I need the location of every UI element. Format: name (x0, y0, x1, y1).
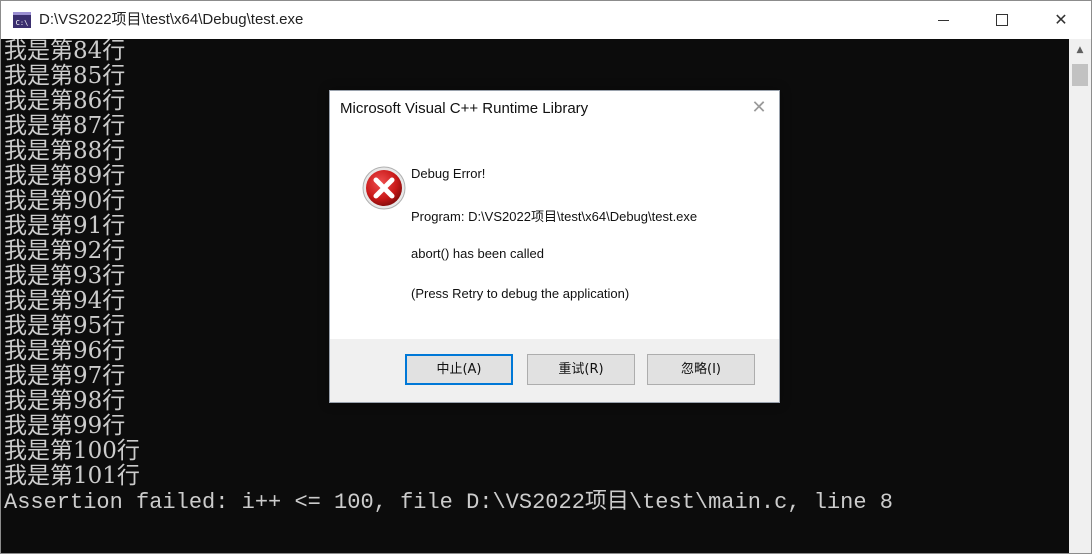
dialog-close-icon[interactable]: ✕ (748, 97, 770, 119)
console-line: 我是第84行 (4, 39, 126, 64)
console-window: C:\ D:\VS2022项目\test\x64\Debug\test.exe … (0, 0, 1092, 554)
minimize-button[interactable] (920, 1, 966, 39)
console-line: 我是第94行 (4, 288, 126, 314)
maximize-icon (996, 14, 1008, 26)
console-line: 我是第100行 (4, 438, 140, 464)
console-line: 我是第87行 (4, 113, 126, 139)
console-line: 我是第95行 (4, 313, 126, 339)
console-line: 我是第93行 (4, 263, 126, 289)
assertion-message: Assertion failed: i++ <= 100, file D:\VS… (4, 490, 893, 515)
console-line: 我是第92行 (4, 238, 126, 264)
dialog-button-bar: 中止(A) 重试(R) 忽略(I) (330, 339, 779, 402)
console-line: 我是第89行 (4, 163, 126, 189)
close-icon: ✕ (1054, 10, 1068, 29)
error-message: abort() has been called (411, 246, 544, 261)
abort-button[interactable]: 中止(A) (405, 354, 513, 385)
console-line: 我是第90行 (4, 188, 126, 214)
console-line: 我是第86行 (4, 88, 126, 114)
ignore-button[interactable]: 忽略(I) (647, 354, 755, 385)
console-line: 我是第98行 (4, 388, 126, 414)
console-line: 我是第97行 (4, 363, 126, 389)
scroll-thumb[interactable] (1072, 64, 1088, 86)
retry-hint: (Press Retry to debug the application) (411, 286, 630, 301)
console-line: 我是第99行 (4, 413, 126, 439)
runtime-error-dialog: Microsoft Visual C++ Runtime Library ✕ D… (329, 90, 780, 403)
console-line: 我是第101行 (4, 463, 140, 489)
title-bar[interactable]: C:\ D:\VS2022项目\test\x64\Debug\test.exe … (1, 1, 1091, 39)
console-line: 我是第91行 (4, 213, 126, 239)
scroll-up-arrow-icon[interactable]: ▲ (1069, 39, 1091, 61)
close-button[interactable]: ✕ (1038, 1, 1084, 39)
console-lines: 我是第84行 我是第85行 我是第86行 我是第87行 我是第88行 我是第89行 我是第9… (4, 39, 140, 489)
console-line: 我是第85行 (4, 63, 126, 89)
dialog-title: Microsoft Visual C++ Runtime Library (340, 100, 589, 117)
console-app-icon: C:\ (13, 12, 31, 28)
console-line: 我是第88行 (4, 138, 126, 164)
minimize-icon (938, 20, 949, 21)
retry-button[interactable]: 重试(R) (527, 354, 635, 385)
error-icon (362, 166, 406, 210)
console-line: 我是第96行 (4, 338, 126, 364)
maximize-button[interactable] (979, 1, 1025, 39)
program-path: Program: D:\VS2022项目\test\x64\Debug\test… (411, 209, 698, 224)
error-heading: Debug Error! (411, 166, 486, 181)
window-title: D:\VS2022项目\test\x64\Debug\test.exe (39, 11, 304, 28)
vertical-scrollbar[interactable]: ▲ (1069, 39, 1091, 553)
